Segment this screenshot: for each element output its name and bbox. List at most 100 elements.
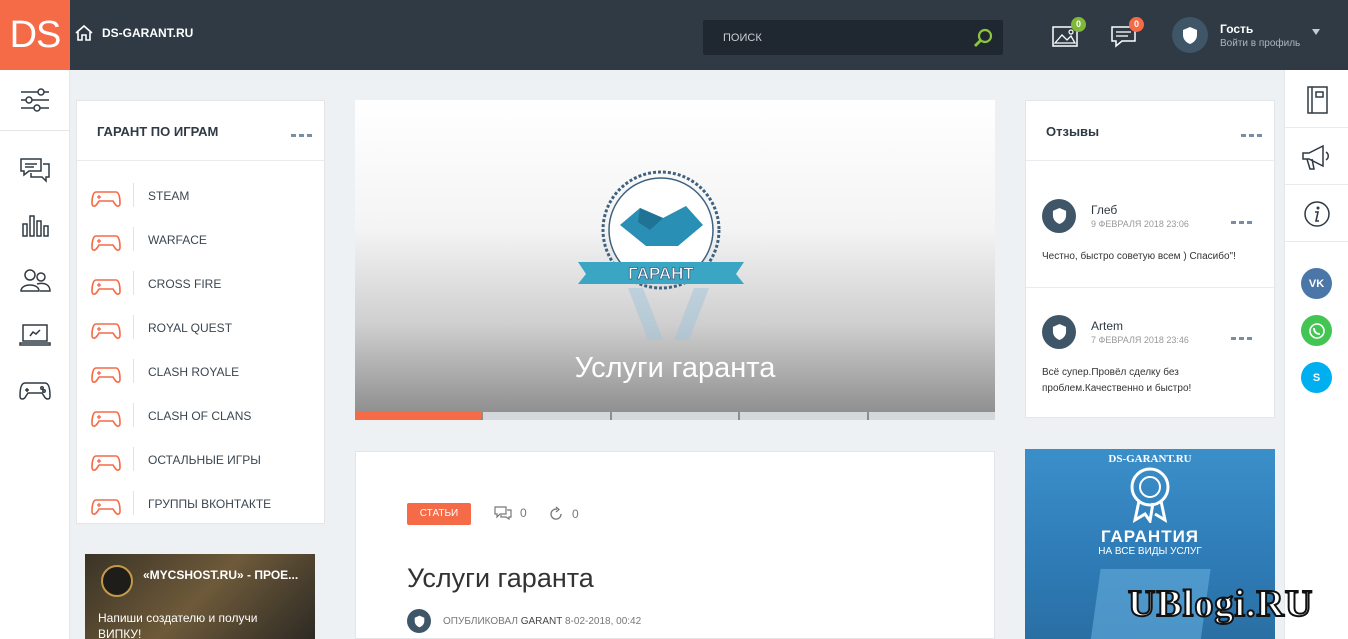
repost-icon xyxy=(550,506,562,520)
games-card: ГАРАНТ ПО ИГРАМ STEAM WARFACE CROSS FIRE… xyxy=(76,100,325,524)
author-avatar[interactable] xyxy=(407,609,431,633)
top-bar: DS DS-GARANT.RU 0 0 Гость Войти в профил… xyxy=(0,0,1348,70)
slide-dot-1[interactable] xyxy=(355,412,482,420)
gamepad-icon xyxy=(91,235,121,251)
megaphone-icon xyxy=(1302,144,1329,170)
published-label: ОПУБЛИКОВАЛ xyxy=(443,615,518,627)
post-date: 8-02-2018, 00:42 xyxy=(564,615,642,627)
sliders-icon xyxy=(21,88,49,112)
reviewer-name[interactable]: Artem xyxy=(1091,319,1123,333)
shield-icon xyxy=(1052,208,1066,224)
divider xyxy=(133,315,134,339)
post-title[interactable]: Услуги гаранта xyxy=(407,563,594,594)
games-card-header: ГАРАНТ ПО ИГРАМ xyxy=(77,101,324,161)
nav-stats[interactable] xyxy=(0,196,70,254)
garant-emblem-image: ГАРАНТ xyxy=(578,170,744,340)
login-link[interactable]: Войти в профиль xyxy=(1220,38,1300,49)
game-item-warface[interactable]: WARFACE xyxy=(77,221,325,265)
divider xyxy=(133,227,134,251)
phone-icon xyxy=(1308,322,1325,339)
skype-icon[interactable]: S xyxy=(1301,362,1332,393)
more-icon[interactable] xyxy=(291,134,312,137)
more-icon[interactable] xyxy=(1231,221,1252,224)
emblem-text: ГАРАНТ xyxy=(628,264,694,283)
chevron-down-icon[interactable] xyxy=(1312,29,1320,35)
author-name[interactable]: GARANT xyxy=(521,616,563,627)
gamepad-icon xyxy=(91,499,121,515)
more-icon[interactable] xyxy=(1231,337,1252,340)
slide-dot-3[interactable] xyxy=(611,412,739,420)
game-item-other[interactable]: ОСТАЛЬНЫЕ ИГРЫ xyxy=(77,441,325,485)
game-item-clash-of-clans[interactable]: CLASH OF CLANS xyxy=(77,397,325,441)
award-icon xyxy=(1130,467,1170,523)
left-sidebar xyxy=(0,70,70,639)
game-label: STEAM xyxy=(148,189,190,203)
search-icon[interactable] xyxy=(973,28,993,48)
whatsapp-icon[interactable] xyxy=(1301,315,1332,346)
messages-button[interactable]: 0 xyxy=(1110,17,1144,53)
user-avatar[interactable] xyxy=(1172,17,1208,53)
vk-icon[interactable]: VK xyxy=(1301,268,1332,299)
nav-games[interactable] xyxy=(0,361,70,419)
hero-slider[interactable]: ГАРАНТ Услуги гаранта xyxy=(355,100,995,420)
search-input[interactable] xyxy=(703,20,963,55)
game-item-steam[interactable]: STEAM xyxy=(77,177,325,221)
home-link[interactable]: DS-GARANT.RU xyxy=(74,24,193,42)
category-tag[interactable]: СТАТЬИ xyxy=(407,503,471,525)
games-card-title: ГАРАНТ ПО ИГРАМ xyxy=(97,124,219,139)
game-item-cross-fire[interactable]: CROSS FIRE xyxy=(77,265,325,309)
review-date: 9 ФЕВРАЛЯ 2018 23:06 xyxy=(1091,219,1189,229)
game-item-clash-royale[interactable]: CLASH ROYALE xyxy=(77,353,325,397)
review-text: Всё супер.Провёл сделку без проблем.Каче… xyxy=(1042,367,1192,394)
site-logo[interactable]: DS xyxy=(0,0,70,70)
filter-button[interactable] xyxy=(0,71,70,129)
watermark: UBlogi.RU xyxy=(1127,582,1314,626)
info-button[interactable] xyxy=(1285,187,1348,242)
chart-icon xyxy=(22,215,49,237)
divider xyxy=(133,403,134,427)
site-name: DS-GARANT.RU xyxy=(102,26,194,40)
slider-pagination xyxy=(355,412,996,420)
divider xyxy=(0,130,70,131)
reviewer-avatar[interactable] xyxy=(1042,199,1076,233)
review-item: Глеб 9 ФЕВРАЛЯ 2018 23:06 Честно, быстро… xyxy=(1026,174,1274,287)
gallery-button[interactable]: 0 xyxy=(1052,17,1086,53)
slide-dot-2[interactable] xyxy=(483,412,610,420)
right-sidebar: VK S xyxy=(1284,70,1348,639)
info-icon xyxy=(1304,201,1330,227)
post-card: СТАТЬИ 0 0 Услуги гаранта ОПУБЛИКОВАЛ GA… xyxy=(355,451,995,639)
slide-dot-4[interactable] xyxy=(740,412,867,420)
game-item-vk-groups[interactable]: ГРУППЫ ВКОНТАКТЕ xyxy=(77,485,325,529)
gallery-badge: 0 xyxy=(1071,17,1086,32)
slide-dot-5[interactable] xyxy=(868,412,996,420)
game-label: ОСТАЛЬНЫЕ ИГРЫ xyxy=(148,453,261,467)
banner-logo xyxy=(101,565,133,597)
divider xyxy=(133,447,134,471)
game-label: CLASH OF CLANS xyxy=(148,409,252,423)
game-label: CROSS FIRE xyxy=(148,277,222,291)
comments-value: 0 xyxy=(520,506,527,520)
user-name[interactable]: Гость xyxy=(1220,22,1253,36)
game-label: WARFACE xyxy=(148,233,207,247)
users-icon xyxy=(20,269,51,292)
game-item-royal-quest[interactable]: ROYAL QUEST xyxy=(77,309,325,353)
shield-icon xyxy=(1183,26,1197,44)
nav-chat[interactable] xyxy=(0,141,70,199)
more-icon[interactable] xyxy=(1241,134,1262,137)
reviews-card: Отзывы Глеб 9 ФЕВРАЛЯ 2018 23:06 Честно,… xyxy=(1025,100,1275,418)
announcements-button[interactable] xyxy=(1285,130,1348,185)
shield-icon xyxy=(1052,324,1066,340)
divider xyxy=(1026,287,1274,288)
nav-laptop[interactable] xyxy=(0,306,70,364)
divider xyxy=(133,183,134,207)
reviewer-avatar[interactable] xyxy=(1042,315,1076,349)
reviewer-name[interactable]: Глеб xyxy=(1091,203,1117,217)
banner-description: Напиши создателю и получи ВИПКУ! xyxy=(98,611,258,639)
gamepad-icon xyxy=(19,382,51,400)
review-text: Честно, быстро советую всем ) Спасибо"! xyxy=(1042,251,1236,262)
comments-count[interactable]: 0 xyxy=(494,506,527,520)
nav-users[interactable] xyxy=(0,251,70,309)
reposts-count[interactable]: 0 xyxy=(548,506,579,522)
left-promo-banner[interactable]: «MYCSHOST.RU» - ПРОЕ... Напиши создателю… xyxy=(85,554,315,639)
notebook-button[interactable] xyxy=(1285,73,1348,128)
